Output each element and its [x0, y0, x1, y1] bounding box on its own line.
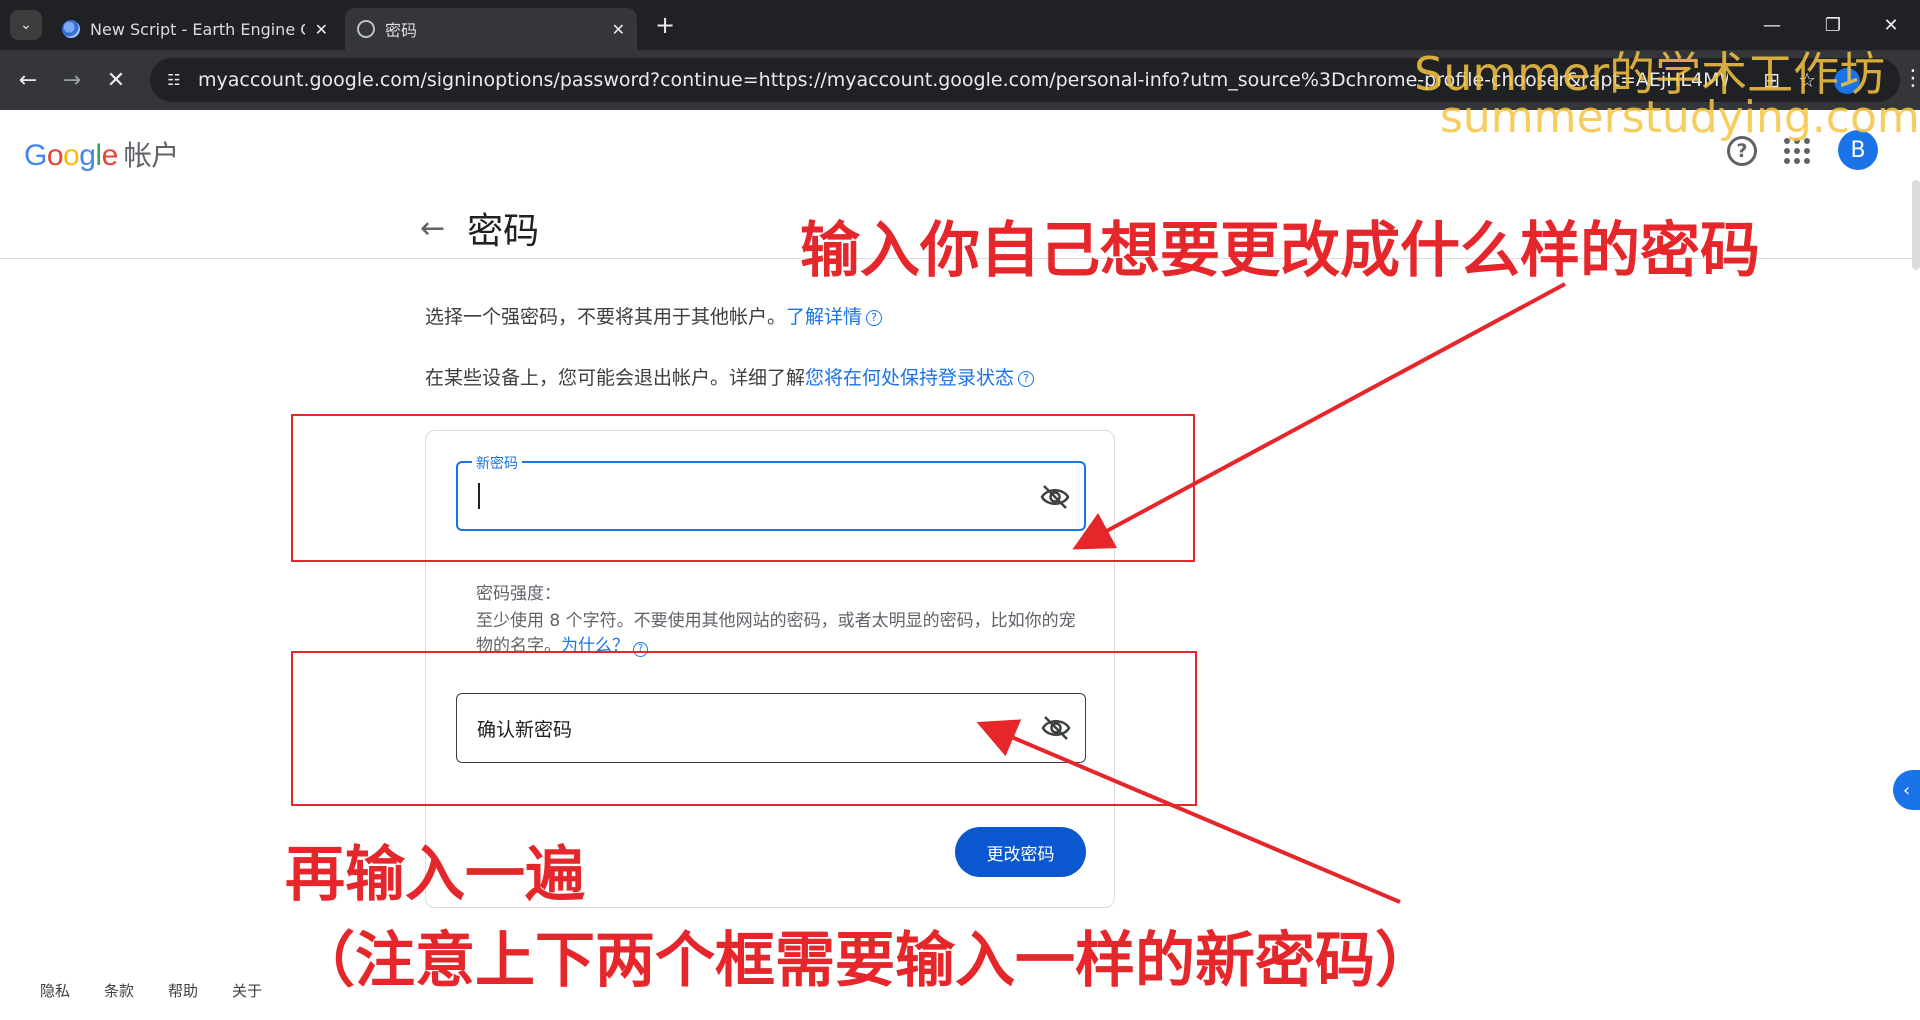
- forward-arrow-icon[interactable]: →: [56, 64, 88, 96]
- signout-paragraph: 在某些设备上，您可能会退出帐户。详细了解您将在何处保持登录状态?: [425, 363, 1035, 390]
- annotation-top-text: 输入你自己想要更改成什么样的密码: [800, 216, 1760, 286]
- signout-text: 在某些设备上，您可能会退出帐户。详细了解: [425, 367, 806, 389]
- help-circle-icon: ?: [1018, 370, 1035, 387]
- intro-paragraph: 选择一个强密码，不要将其用于其他帐户。了解详情?: [425, 302, 883, 329]
- earth-engine-favicon-icon: [62, 20, 80, 38]
- intro-text: 选择一个强密码，不要将其用于其他帐户。: [425, 306, 787, 328]
- logo-letter: o: [46, 139, 64, 172]
- help-circle-icon: ?: [866, 309, 883, 326]
- logo-account-text: 帐户: [123, 140, 180, 171]
- change-password-button[interactable]: 更改密码: [955, 827, 1086, 877]
- tab-title: New Script - Earth Engine Co: [90, 19, 305, 39]
- footer-links: 隐私 条款 帮助 关于: [40, 980, 262, 1001]
- annotation-box-new-password: [291, 414, 1195, 562]
- logo-letter: o: [63, 139, 80, 172]
- new-tab-button[interactable]: +: [650, 10, 680, 40]
- stay-signed-in-link[interactable]: 您将在何处保持登录状态: [805, 367, 1014, 389]
- browser-menu-icon[interactable]: ⋮: [1902, 66, 1920, 91]
- privacy-link[interactable]: 隐私: [40, 980, 70, 1001]
- tab-close-icon[interactable]: ✕: [612, 20, 625, 39]
- annotation-bottom-line2: （注意上下两个框需要输入一样的新密码）: [295, 926, 1435, 996]
- loading-favicon-icon: [357, 20, 375, 38]
- close-window-button[interactable]: ✕: [1876, 10, 1906, 40]
- tab-password[interactable]: 密码 ✕: [345, 8, 637, 50]
- tab-title: 密码: [385, 21, 418, 40]
- google-account-logo[interactable]: Google 帐户: [24, 134, 179, 174]
- restore-button[interactable]: ❐: [1818, 10, 1848, 40]
- site-info-icon[interactable]: ☷: [162, 68, 186, 92]
- annotation-box-confirm-password: [291, 651, 1197, 806]
- logo-letter: e: [101, 139, 119, 172]
- help-link[interactable]: 帮助: [168, 980, 198, 1001]
- logo-letter: g: [79, 139, 96, 172]
- learn-more-link[interactable]: 了解详情: [786, 306, 862, 328]
- side-panel-chevron-icon[interactable]: ‹: [1893, 770, 1920, 810]
- about-link[interactable]: 关于: [232, 980, 262, 1001]
- terms-link[interactable]: 条款: [104, 980, 134, 1001]
- scrollbar-thumb[interactable]: [1912, 180, 1920, 270]
- tab-close-icon[interactable]: ✕: [315, 20, 328, 39]
- minimize-button[interactable]: —: [1757, 10, 1787, 40]
- page-title: 密码: [467, 211, 540, 252]
- stop-loading-icon[interactable]: ✕: [100, 64, 132, 96]
- tab-search-chevron-icon[interactable]: ⌄: [10, 10, 42, 40]
- back-arrow-icon[interactable]: ←: [12, 64, 44, 96]
- strength-label: 密码强度：: [476, 584, 561, 604]
- logo-letter: G: [24, 139, 47, 172]
- annotation-bottom-line1: 再输入一遍: [285, 840, 585, 910]
- watermark-line2: summerstudying.com: [1440, 92, 1920, 143]
- back-arrow-icon[interactable]: ←: [420, 211, 445, 246]
- tab-earth-engine[interactable]: New Script - Earth Engine Co ✕: [50, 8, 340, 50]
